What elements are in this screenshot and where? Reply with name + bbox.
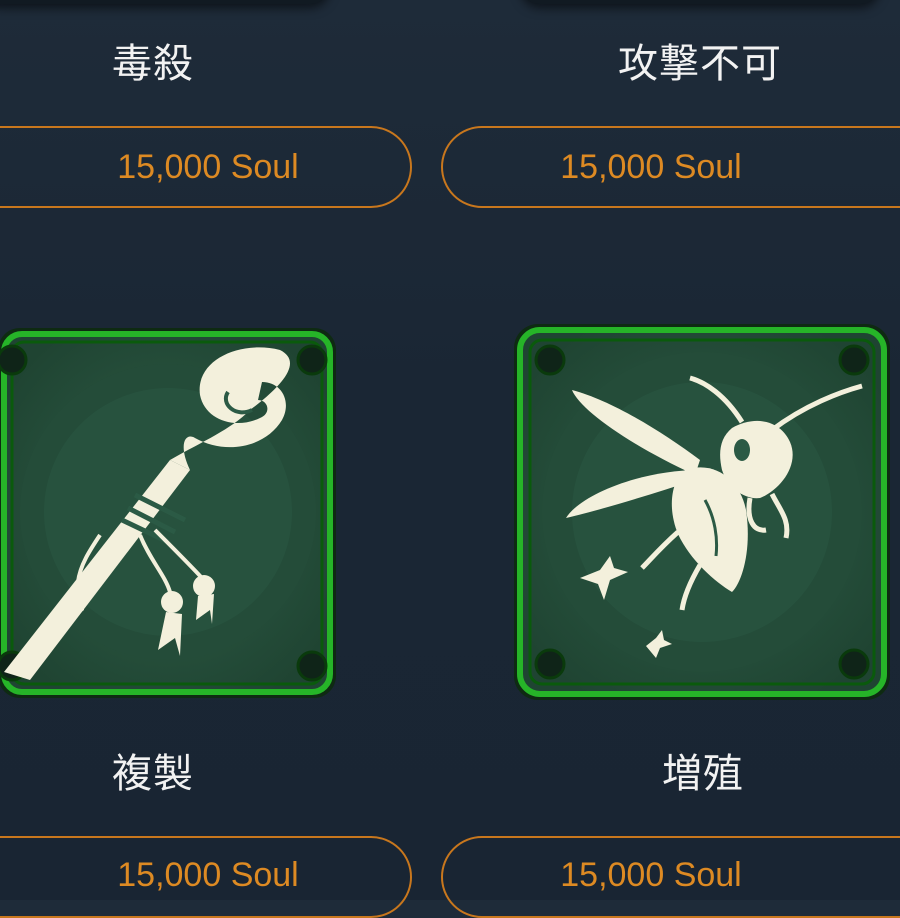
- staff-icon: [0, 328, 336, 698]
- skill-icon-top-right[interactable]: [520, 0, 880, 4]
- skill-name-proliferate: 増殖: [662, 751, 744, 797]
- price-label: 15,000 Soul: [117, 856, 299, 894]
- skill-icon-top-left[interactable]: [0, 0, 330, 4]
- price-button-poison-kill[interactable]: 15,000 Soul: [0, 126, 412, 208]
- price-label: 15,000 Soul: [560, 148, 742, 186]
- skill-name-duplicate: 複製: [112, 751, 194, 797]
- price-button-duplicate[interactable]: 15,000 Soul: [0, 836, 412, 918]
- price-label: 15,000 Soul: [560, 856, 742, 894]
- price-button-attack-disabled[interactable]: 15,000 Soul: [441, 126, 900, 208]
- price-button-proliferate[interactable]: 15,000 Soul: [441, 836, 900, 918]
- wasp-icon: [514, 324, 890, 700]
- skill-name-attack-disabled: 攻撃不可: [618, 41, 782, 87]
- skill-icon-duplicate[interactable]: [0, 320, 345, 705]
- skill-name-poison-kill: 毒殺: [112, 41, 194, 87]
- skill-icon-proliferate[interactable]: [510, 320, 895, 705]
- price-label: 15,000 Soul: [117, 148, 299, 186]
